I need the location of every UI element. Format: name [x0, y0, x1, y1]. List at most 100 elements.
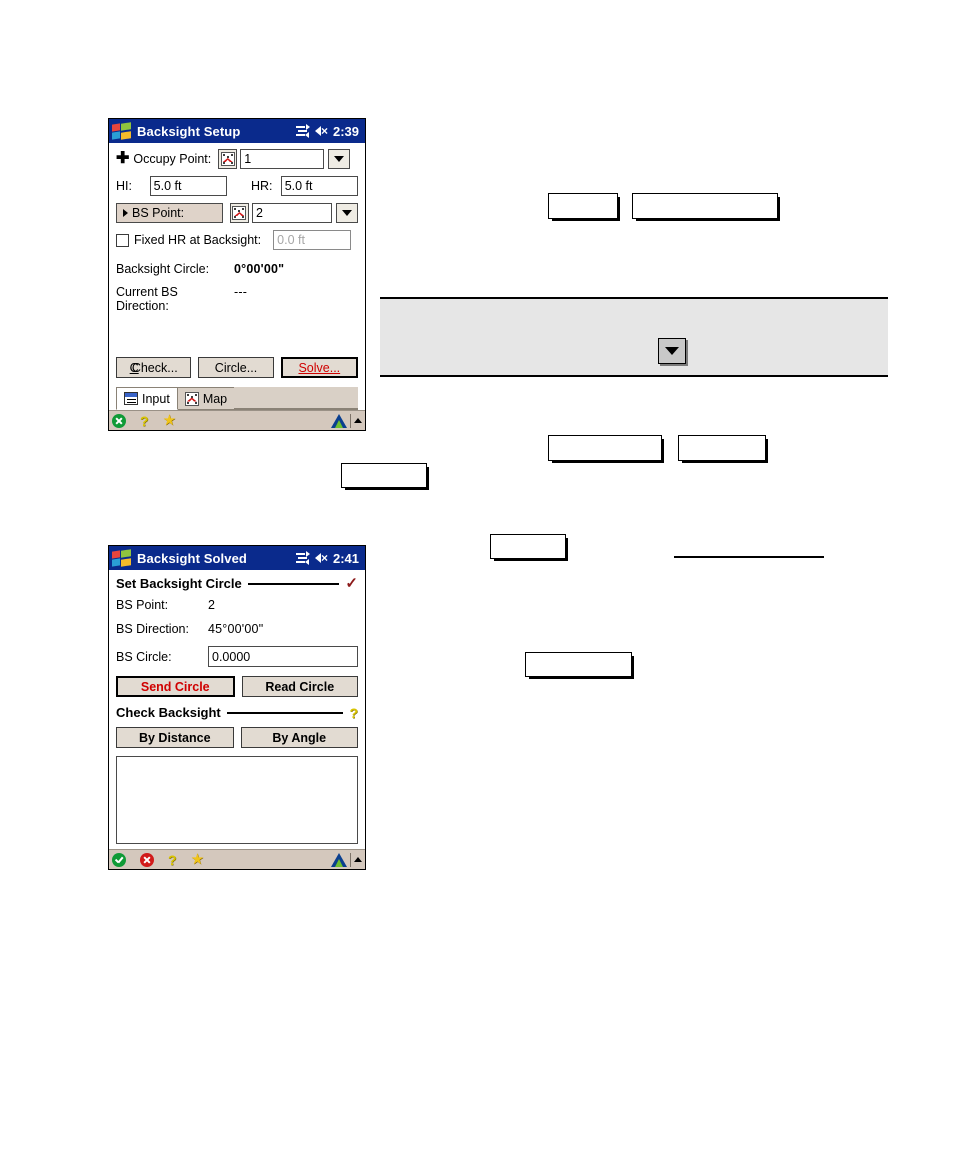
- check-button-label: Check...: [131, 360, 178, 375]
- help-question-icon[interactable]: ?: [168, 853, 177, 867]
- current-bs-direction-value: ---: [234, 285, 248, 299]
- circle-button[interactable]: Circle...: [198, 357, 274, 378]
- survey-triangle-icon[interactable]: [331, 413, 347, 428]
- favorites-star-icon[interactable]: ★: [163, 413, 176, 428]
- band-dropdown-button[interactable]: [658, 338, 686, 364]
- fixed-hr-input[interactable]: 0.0 ft: [273, 230, 352, 250]
- bs-direction-label: BS Direction:: [116, 622, 189, 636]
- callout-5: [341, 463, 427, 488]
- speaker-mute-icon[interactable]: ×: [314, 551, 328, 565]
- by-angle-button[interactable]: By Angle: [240, 727, 358, 748]
- occupy-point-input[interactable]: 1: [240, 149, 325, 169]
- tab-map[interactable]: Map: [176, 387, 236, 409]
- tab-input[interactable]: Input: [116, 387, 178, 410]
- favorites-star-icon[interactable]: ★: [191, 852, 204, 867]
- bs-point-value: 2: [208, 598, 216, 612]
- check-results-list[interactable]: [116, 756, 358, 844]
- hr-input[interactable]: 5.0 ft: [280, 176, 358, 196]
- check-backsight-header: Check Backsight ?: [116, 705, 358, 720]
- occupy-point-label: Occupy Point:: [133, 152, 212, 166]
- callout-7: [525, 652, 632, 677]
- callout-4: [678, 435, 766, 461]
- backsight-circle-row: Backsight Circle: 0°00'00": [116, 262, 358, 276]
- map-pick-icon: [184, 391, 199, 406]
- dialog2-titlebar: Backsight Solved × 2:41: [109, 546, 365, 570]
- bs-point-row: BS Point: 2: [116, 203, 358, 223]
- solve-button[interactable]: Solve...: [280, 357, 358, 378]
- send-circle-button[interactable]: Send Circle: [116, 676, 235, 697]
- check-backsight-title: Check Backsight: [116, 705, 221, 720]
- backsight-circle-label: Backsight Circle:: [116, 262, 210, 276]
- accept-green-check-icon[interactable]: [112, 852, 126, 867]
- windows-logo-icon: [112, 548, 132, 567]
- bs-point-button[interactable]: BS Point:: [116, 203, 223, 223]
- hi-input[interactable]: 5.0 ft: [149, 176, 227, 196]
- bs-circle-input[interactable]: 0.0000: [208, 646, 358, 667]
- speaker-mute-icon[interactable]: ×: [314, 124, 328, 138]
- dialog1-statusbar: ? ★: [109, 410, 365, 430]
- expand-caret-icon[interactable]: [354, 857, 362, 862]
- bs-direction-row: BS Direction: 45°00'00": [116, 622, 358, 636]
- survey-triangle-icon[interactable]: [331, 852, 347, 867]
- hi-label: HI:: [116, 179, 132, 193]
- solve-button-label: Solve...: [298, 360, 341, 375]
- backsight-setup-window: Backsight Setup × 2:39 ✚ Occupy Point: 1…: [108, 118, 366, 431]
- tab-input-label: Input: [142, 391, 170, 406]
- bs-circle-row: BS Circle: 0.0000: [116, 646, 358, 667]
- bs-point-row: BS Point: 2: [116, 598, 358, 612]
- help-question-icon[interactable]: ?: [140, 414, 149, 428]
- clock-time[interactable]: 2:39: [333, 124, 359, 139]
- hr-label: HR:: [250, 179, 273, 193]
- circle-button-row: Send Circle Read Circle: [116, 676, 358, 697]
- map-pick-icon: [232, 206, 247, 220]
- backsight-solved-window: Backsight Solved × 2:41 Set Backsight Ci…: [108, 545, 366, 870]
- bs-point-label: BS Point:: [132, 206, 185, 220]
- close-red-x-icon[interactable]: [140, 852, 154, 867]
- map-pick-icon: [220, 152, 235, 166]
- tab-map-label: Map: [202, 391, 228, 406]
- occupy-point-row: ✚ Occupy Point: 1: [116, 149, 358, 169]
- callout-2: [632, 193, 778, 219]
- set-backsight-circle-header: Set Backsight Circle ✓: [116, 576, 358, 591]
- bs-point-dropdown-button[interactable]: [336, 203, 358, 223]
- check-button[interactable]: C Check...: [116, 357, 192, 378]
- dialog1-tabstrip: Input Map: [116, 387, 358, 410]
- connectivity-icon[interactable]: [295, 551, 310, 565]
- dialog2-body: Set Backsight Circle ✓ BS Point: 2 BS Di…: [109, 570, 365, 844]
- plus-icon: ✚: [116, 149, 130, 167]
- section-rule: [247, 582, 340, 585]
- send-circle-button-label: Send Circle: [140, 679, 210, 694]
- by-angle-button-label: By Angle: [272, 730, 327, 745]
- read-circle-button[interactable]: Read Circle: [241, 676, 358, 697]
- hi-hr-row: HI: 5.0 ft HR: 5.0 ft: [116, 176, 358, 196]
- dialog1-title: Backsight Setup: [137, 123, 241, 139]
- fixed-hr-checkbox[interactable]: [116, 233, 129, 247]
- help-question-icon[interactable]: ?: [349, 706, 358, 720]
- dialog1-button-row: C Check... Circle... Solve...: [116, 357, 358, 378]
- fixed-hr-row: Fixed HR at Backsight: 0.0 ft: [116, 230, 358, 250]
- connectivity-icon[interactable]: [295, 124, 310, 138]
- close-red-x-icon[interactable]: [112, 413, 126, 428]
- bs-circle-label: BS Circle:: [116, 649, 172, 664]
- form-input-icon: [124, 392, 138, 405]
- statusbar-divider: [350, 413, 351, 428]
- occupy-point-dropdown-button[interactable]: [328, 149, 351, 169]
- windows-logo-icon: [112, 121, 132, 140]
- check-button-row: By Distance By Angle: [116, 727, 358, 748]
- bs-point-input[interactable]: 2: [251, 203, 332, 223]
- read-circle-button-label: Read Circle: [265, 679, 335, 694]
- occupy-point-map-pick-button[interactable]: [218, 149, 238, 169]
- tabstrip-filler: [234, 387, 358, 409]
- dialog1-titlebar: Backsight Setup × 2:39: [109, 119, 365, 143]
- current-bs-direction-label: Current BS Direction:: [116, 285, 178, 313]
- bs-point-map-pick-button[interactable]: [229, 203, 249, 223]
- expand-caret-icon[interactable]: [354, 418, 362, 423]
- circle-button-label: Circle...: [214, 360, 258, 375]
- clock-time[interactable]: 2:41: [333, 551, 359, 566]
- dialog2-statusbar: ? ★: [109, 849, 365, 869]
- by-distance-button-label: By Distance: [138, 730, 211, 745]
- callout-6: [490, 534, 566, 559]
- by-distance-button[interactable]: By Distance: [116, 727, 234, 748]
- current-bs-direction-row: Current BS Direction: ---: [116, 285, 358, 313]
- bs-point-label: BS Point:: [116, 598, 169, 612]
